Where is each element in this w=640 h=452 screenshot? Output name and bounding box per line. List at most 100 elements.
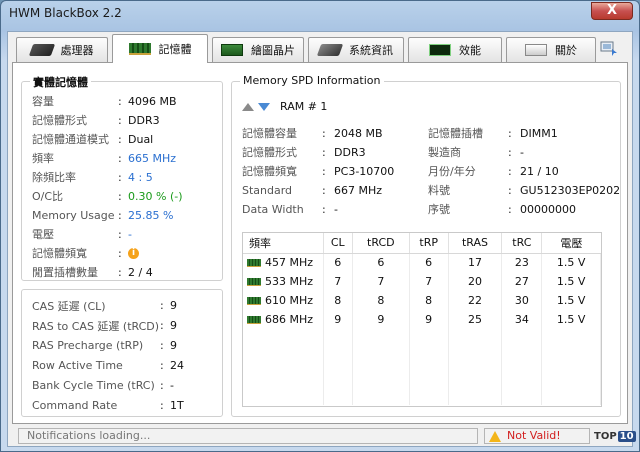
row-label: Command Rate (32, 399, 118, 412)
table-row[interactable]: 457 MHz 6 6 6 17 23 1.5 V (243, 253, 601, 272)
ram-icon (247, 259, 261, 268)
row-value: - (520, 145, 524, 159)
row-value: 2048 MB (334, 126, 383, 140)
column-header: 電壓 (541, 233, 601, 254)
row-label: Bank Cycle Time (tRC) (32, 379, 155, 392)
row-value: - (334, 202, 338, 216)
logo-text: TOP (594, 430, 617, 442)
table-cell: 7 (352, 272, 410, 291)
info-row: 電壓: - (32, 227, 132, 242)
table-cell: 7 (323, 272, 353, 291)
table-cell: 34 (501, 310, 543, 329)
row-label: 除頻比率 (32, 171, 76, 184)
top10-logo[interactable]: TOP 10 (594, 428, 636, 444)
row-value: 9 (170, 339, 177, 352)
window-title: HWM BlackBox 2.2 (9, 6, 122, 20)
empty-row (243, 367, 601, 386)
row-value: 4096 MB (128, 94, 177, 108)
group-title: Memory SPD Information (240, 74, 384, 87)
spd-timing-table: 頻率 CL tRCD tRP tRAS tRC 電壓 457 MHz 6 6 6… (242, 232, 602, 407)
spd-row: 製造商: - (428, 145, 524, 160)
info-warning-icon[interactable]: i (128, 247, 139, 259)
logo-number: 10 (617, 430, 636, 442)
column-header: tRCD (352, 233, 410, 254)
row-value: DIMM1 (520, 126, 558, 140)
row-label: 記憶體通道模式 (32, 133, 109, 146)
row-value: PC3-10700 (334, 164, 395, 178)
validation-status[interactable]: Not Valid! (484, 428, 590, 444)
table-row[interactable]: 610 MHz 8 8 8 22 30 1.5 V (243, 291, 601, 310)
timings-group: CAS 延遲 (CL):9 RAS to CAS 延遲 (tRCD):9 RAS… (21, 289, 223, 417)
cpu-icon (28, 44, 55, 56)
row-value: 2 / 4 (128, 265, 153, 279)
group-title: 實體記憶體 (30, 74, 91, 90)
spd-row: Standard:667 MHz (242, 183, 383, 197)
row-label: 記憶體頻寬 (242, 165, 297, 178)
column-header: tRP (409, 233, 449, 254)
table-cell: 30 (501, 291, 543, 310)
table-cell: 1.5 V (541, 291, 601, 310)
row-value: Dual (128, 132, 154, 146)
table-row[interactable]: 533 MHz 7 7 7 20 27 1.5 V (243, 272, 601, 291)
info-row: 記憶體頻寬: i (32, 244, 232, 262)
tab-label: 效能 (459, 44, 481, 57)
table-cell: 8 (409, 291, 449, 310)
row-value: 0.30 % (-) (128, 189, 183, 203)
next-ram-icon[interactable] (258, 102, 270, 111)
row-value: 4 : 5 (128, 170, 153, 184)
row-label: 記憶體容量 (242, 127, 297, 140)
row-value: 21 / 10 (520, 164, 559, 178)
table-row[interactable]: 686 MHz 9 9 9 25 34 1.5 V (243, 310, 601, 329)
table-cell: 20 (448, 272, 503, 291)
tab-label: 處理器 (60, 44, 94, 57)
timing-row: Command Rate:1T (32, 399, 184, 412)
tab-cpu[interactable]: 處理器 (16, 37, 108, 62)
row-value: 1T (170, 399, 184, 412)
empty-row (243, 348, 601, 367)
ram-icon (247, 297, 261, 305)
column-header: tRC (501, 233, 543, 254)
close-button[interactable]: X (591, 2, 633, 20)
spd-row: 記憶體插槽: DIMM1 (428, 126, 558, 141)
spd-row: 記憶體形式: DDR3 (242, 145, 366, 160)
info-row: O/C比:0.30 % (-) (32, 189, 183, 204)
tab-system[interactable]: 系統資訊 (308, 37, 404, 62)
tab-label: 記憶體 (158, 43, 192, 56)
column-header: 頻率 (243, 233, 324, 254)
row-label: 電壓 (32, 228, 54, 241)
tab-about[interactable]: 關於 (506, 37, 596, 62)
notifications-status: Notifications loading... (18, 428, 478, 444)
info-row: 記憶體通道模式: Dual (32, 132, 154, 147)
row-label: 容量 (32, 95, 54, 108)
row-value: DDR3 (128, 113, 160, 127)
spd-row: Data Width: - (242, 202, 338, 216)
ram-selector: RAM # 1 (242, 100, 327, 113)
row-label: Data Width (242, 202, 304, 216)
tab-memory[interactable]: 記憶體 (112, 34, 208, 63)
table-cell: 9 (323, 310, 353, 329)
app-window: HWM BlackBox 2.2 X 處理器 記憶體 繪圖晶片 系統資訊 效能 … (0, 0, 640, 452)
performance-icon (429, 44, 451, 56)
table-cell: 9 (352, 310, 410, 329)
table-cell: 1.5 V (541, 253, 601, 272)
column-header: CL (323, 233, 353, 254)
screenshot-icon[interactable] (600, 40, 618, 56)
tab-label: 繪圖晶片 (251, 44, 295, 57)
row-label: 序號 (428, 203, 450, 216)
table-cell: 610 MHz (243, 291, 324, 310)
info-row: 除頻比率:4 : 5 (32, 170, 153, 185)
row-value: 00000000 (520, 202, 576, 216)
row-value: 24 (170, 359, 184, 372)
row-value: - (128, 227, 132, 241)
row-label: 料號 (428, 184, 450, 197)
client-area: 處理器 記憶體 繪圖晶片 系統資訊 效能 關於 實體記憶體 容量: 4096 … (7, 31, 636, 447)
previous-ram-icon[interactable] (242, 102, 254, 111)
tab-performance[interactable]: 效能 (408, 37, 502, 62)
table-cell: 23 (501, 253, 543, 272)
table-cell: 17 (448, 253, 503, 272)
table-cell: 1.5 V (541, 310, 601, 329)
tab-gpu[interactable]: 繪圖晶片 (212, 37, 304, 62)
status-bar: Notifications loading... Not Valid! TOP … (12, 428, 636, 446)
tab-label: 關於 (555, 44, 577, 57)
empty-row (243, 329, 601, 348)
